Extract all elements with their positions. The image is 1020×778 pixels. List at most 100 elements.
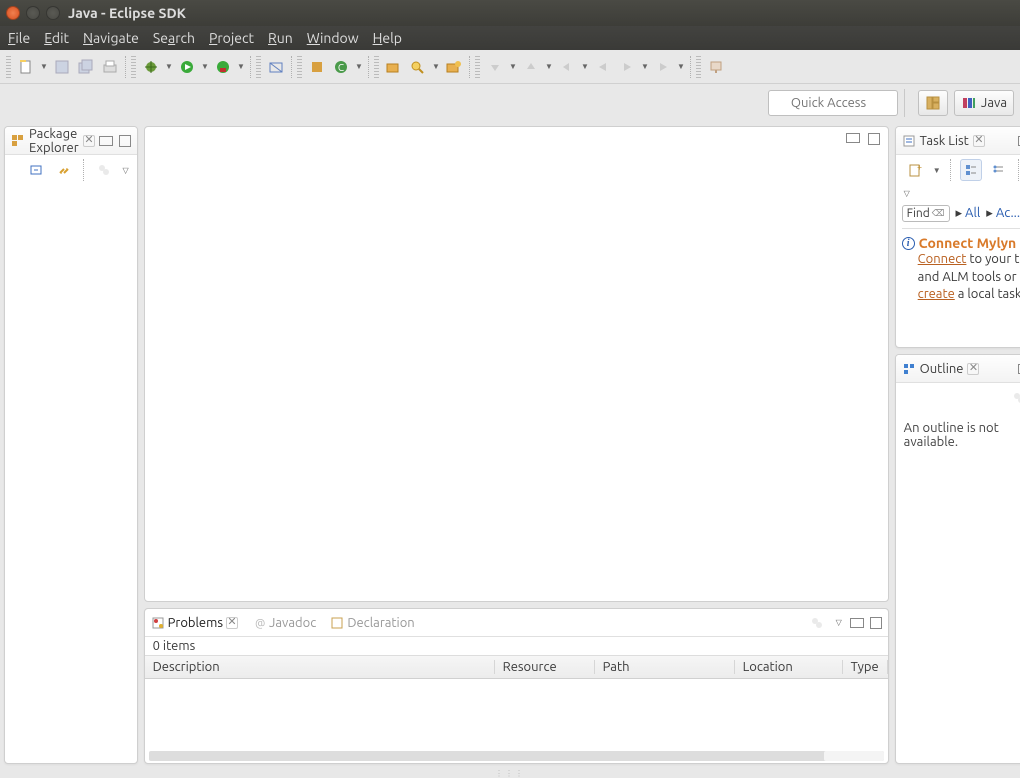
minimize-view-button[interactable] <box>850 618 864 628</box>
nav-prev-dropdown[interactable]: ▼ <box>508 62 518 71</box>
categorize-button[interactable] <box>960 159 982 181</box>
focus-task-button[interactable] <box>806 612 828 634</box>
save-all-button[interactable] <box>75 56 97 78</box>
link-editor-button[interactable] <box>53 159 75 181</box>
open-type-button[interactable] <box>383 56 405 78</box>
menu-run[interactable]: Run <box>268 30 293 46</box>
task-list-title: Task List <box>920 134 969 148</box>
svg-text:+: + <box>917 163 922 172</box>
minimize-editor-button[interactable] <box>846 133 860 143</box>
toolbar-handle[interactable] <box>297 56 302 78</box>
window-maximize-button[interactable] <box>46 6 60 20</box>
filter-all[interactable]: ▸ All <box>956 206 981 221</box>
run-dropdown[interactable]: ▼ <box>200 62 210 71</box>
open-task-button[interactable] <box>443 56 465 78</box>
find-button[interactable]: Find ⌫ <box>902 205 950 222</box>
menu-help[interactable]: Help <box>373 30 402 46</box>
menu-navigate[interactable]: Navigate <box>83 30 139 46</box>
tab-problems[interactable]: Problems ✕ <box>151 616 238 630</box>
window-minimize-button[interactable] <box>26 6 40 20</box>
run-last-button[interactable] <box>212 56 234 78</box>
toolbar-handle[interactable] <box>696 56 701 78</box>
close-icon[interactable]: ✕ <box>83 135 94 147</box>
problems-columns: Description Resource Path Location Type <box>145 655 888 679</box>
new-dropdown[interactable]: ▼ <box>39 62 49 71</box>
collapse-all-button[interactable] <box>25 159 47 181</box>
toolbar-handle[interactable] <box>6 56 11 78</box>
schedule-button[interactable] <box>988 159 1010 181</box>
menu-edit[interactable]: Edit <box>44 30 69 46</box>
toolbar-handle[interactable] <box>374 56 379 78</box>
nav-prev-annotation-button[interactable] <box>484 56 506 78</box>
pin-editor-button[interactable] <box>705 56 727 78</box>
toolbar-handle[interactable] <box>475 56 480 78</box>
new-class-button[interactable]: C <box>330 56 352 78</box>
print-button[interactable] <box>99 56 121 78</box>
new-task-dropdown[interactable]: ▼ <box>932 166 942 175</box>
nav-next-dropdown[interactable]: ▼ <box>544 62 554 71</box>
col-location[interactable]: Location <box>735 660 843 674</box>
close-icon[interactable]: ✕ <box>973 135 985 147</box>
window-close-button[interactable] <box>6 6 20 20</box>
maximize-view-button[interactable] <box>119 135 131 147</box>
toolbar-handle[interactable] <box>131 56 136 78</box>
menu-file[interactable]: File <box>8 30 30 46</box>
new-package-button[interactable] <box>306 56 328 78</box>
close-icon[interactable]: ✕ <box>226 617 238 629</box>
window-controls <box>6 6 60 20</box>
new-java-project-button[interactable] <box>265 56 287 78</box>
col-path[interactable]: Path <box>595 660 735 674</box>
close-icon[interactable]: ✕ <box>967 363 979 375</box>
package-explorer-view: Package Explorer ✕ ▽ <box>4 126 138 764</box>
new-class-dropdown[interactable]: ▼ <box>354 62 364 71</box>
mylyn-connect-link[interactable]: Connect <box>918 252 967 266</box>
tab-declaration[interactable]: Declaration <box>330 616 414 630</box>
view-menu-button[interactable]: ▽ <box>121 166 131 175</box>
maximize-view-button[interactable] <box>870 617 882 629</box>
task-list-icon <box>902 134 916 148</box>
col-type[interactable]: Type <box>843 660 888 674</box>
editor-area[interactable] <box>144 126 889 602</box>
menu-search[interactable]: Search <box>153 30 195 46</box>
new-wizard-button[interactable] <box>15 56 37 78</box>
focus-task-button[interactable] <box>93 159 115 181</box>
outline-empty-text: An outline is not available. <box>896 413 1020 763</box>
tab-javadoc[interactable]: @ Javadoc <box>252 616 316 630</box>
debug-dropdown[interactable]: ▼ <box>164 62 174 71</box>
filter-activate[interactable]: ▸ Ac... <box>986 206 1020 221</box>
search-dropdown[interactable]: ▼ <box>431 62 441 71</box>
run-button[interactable] <box>176 56 198 78</box>
col-description[interactable]: Description <box>145 660 495 674</box>
search-button[interactable] <box>407 56 429 78</box>
open-perspective-button[interactable] <box>918 90 948 116</box>
view-menu-button[interactable]: ▽ <box>904 189 910 198</box>
run-last-dropdown[interactable]: ▼ <box>236 62 246 71</box>
outline-title: Outline <box>920 362 964 376</box>
menu-window[interactable]: Window <box>307 30 359 46</box>
package-explorer-title: Package Explorer <box>29 127 79 155</box>
mylyn-create-link[interactable]: create <box>918 287 955 301</box>
new-task-button[interactable]: + <box>904 159 926 181</box>
package-explorer-icon <box>11 134 25 148</box>
menu-bar: File Edit Navigate Search Project Run Wi… <box>0 26 1020 50</box>
horizontal-scrollbar[interactable] <box>149 751 884 761</box>
minimize-view-button[interactable] <box>99 136 113 146</box>
nav-forward2-button[interactable] <box>652 56 674 78</box>
java-perspective-button[interactable]: Java <box>954 90 1014 116</box>
debug-button[interactable] <box>140 56 162 78</box>
status-bar-handle[interactable]: ⋮⋮⋮ <box>0 768 1020 778</box>
quick-access-input[interactable] <box>768 90 898 116</box>
maximize-editor-button[interactable] <box>868 133 880 145</box>
save-button[interactable] <box>51 56 73 78</box>
nav-next-annotation-button[interactable] <box>520 56 542 78</box>
focus-task-button[interactable] <box>1008 387 1020 409</box>
outline-icon <box>902 362 916 376</box>
nav-back-button[interactable] <box>592 56 614 78</box>
col-resource[interactable]: Resource <box>495 660 595 674</box>
task-list-view: Task List ✕ + ▼ ▽ Find ⌫ ▸ A <box>895 126 1020 348</box>
nav-forward-button[interactable] <box>616 56 638 78</box>
view-menu-button[interactable]: ▽ <box>834 618 844 627</box>
toolbar-handle[interactable] <box>256 56 261 78</box>
menu-project[interactable]: Project <box>209 30 254 46</box>
nav-last-edit-button[interactable] <box>556 56 578 78</box>
